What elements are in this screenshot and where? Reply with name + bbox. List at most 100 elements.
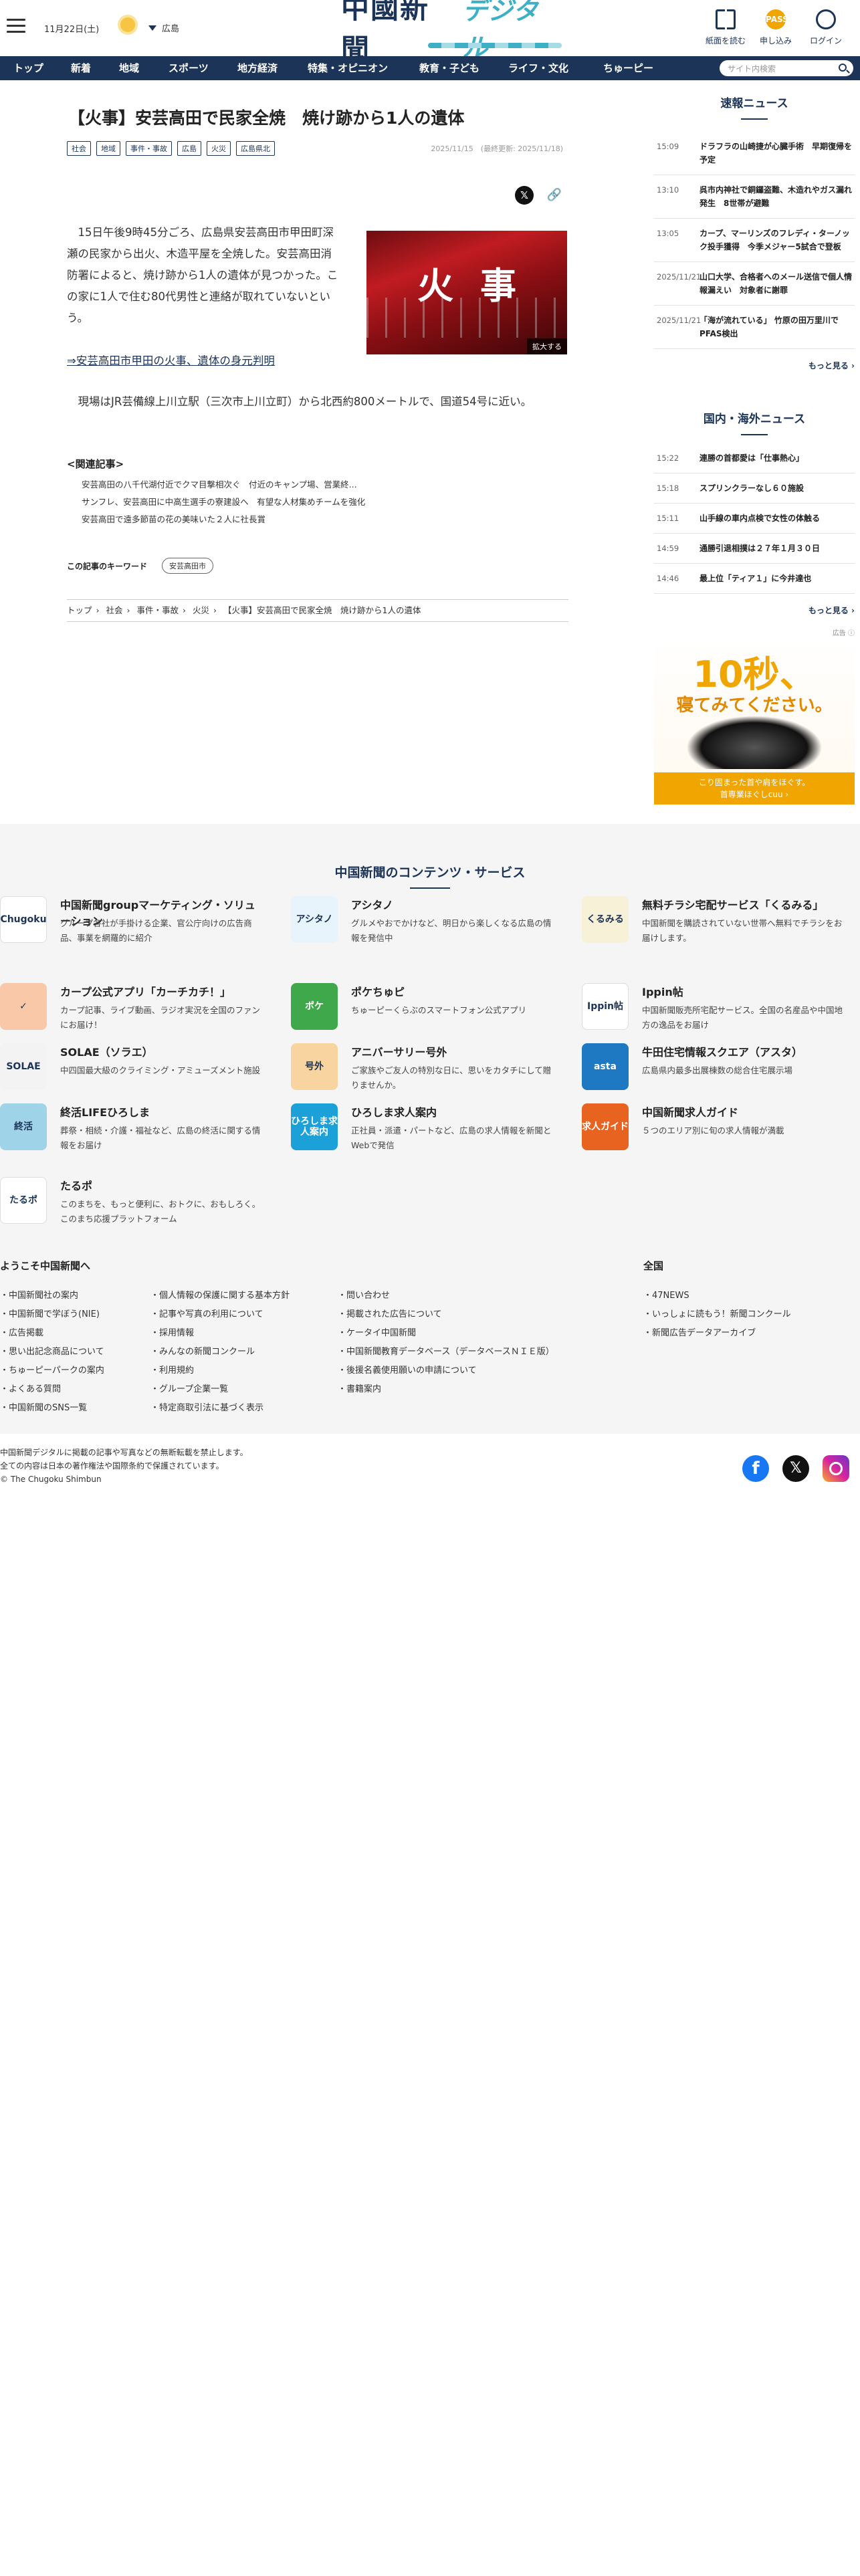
search-icon[interactable] bbox=[839, 64, 847, 72]
service-name: アシタノ bbox=[351, 899, 393, 911]
service-desc: 正社員・派遣・パートなど、広島の求人情報を新聞とWebで発信 bbox=[351, 1125, 552, 1150]
tag-hiroshima[interactable]: 広島 bbox=[177, 141, 201, 156]
service-name: カープ公式アプリ「カーチカチ！」 bbox=[60, 986, 231, 998]
footer-link[interactable]: 中国新聞のSNS一覧 bbox=[0, 1399, 104, 1418]
footer-link[interactable]: 個人情報の保護に関する基本方針 bbox=[150, 1287, 290, 1305]
sunny-weather-icon bbox=[120, 17, 135, 32]
footer-link[interactable]: 中国新聞社の案内 bbox=[0, 1287, 104, 1305]
article-date: 2025/11/15 (最終更新: 2025/11/18) bbox=[431, 144, 563, 153]
breadcrumb-item[interactable]: 事件・事故 bbox=[137, 605, 179, 615]
news-item[interactable]: 2025/11/21 「海が流れている」 竹原の田万里川でPFAS検出 bbox=[654, 306, 855, 349]
breadcrumb-item[interactable]: 社会 bbox=[106, 605, 123, 615]
ad-product-image bbox=[686, 716, 823, 769]
news-item[interactable]: 13:05 カープ、マーリンズのフレディ・ターノック投手獲得 今季メジャー5試合で… bbox=[654, 219, 855, 262]
instagram-icon[interactable] bbox=[823, 1455, 849, 1482]
news-item[interactable]: 2025/11/21 山口大学、合格者へのメール送信で個人情報漏えい 対象者に謝罪 bbox=[654, 262, 855, 306]
tag-local[interactable]: 地域 bbox=[96, 141, 120, 156]
nav-item-feature[interactable]: 特集・オピニオン bbox=[308, 56, 388, 80]
breadcrumb-item[interactable]: トップ bbox=[67, 605, 92, 615]
footer-link[interactable]: 新聞広告データアーカイブ bbox=[643, 1324, 791, 1343]
footer-link[interactable]: 問い合わせ bbox=[338, 1287, 554, 1305]
read-paper-label: 紙面を読む bbox=[705, 36, 746, 45]
news-item[interactable]: 13:10 呉市内神社で銅鑼盗難、木造れやガス漏れ発生 8世帯が避難 bbox=[654, 175, 855, 219]
footer-link[interactable]: 特定商取引法に基づく表示 bbox=[150, 1399, 290, 1418]
related-item[interactable]: 安芸高田の八千代湖付近でクマ目撃相次ぐ 付近のキャンプ場、営業終... bbox=[82, 476, 365, 494]
nav-item-sports[interactable]: スポーツ bbox=[169, 56, 209, 80]
service-desc: グルメやおでかけなど、明日から楽しくなる広島の情報を発信中 bbox=[351, 918, 552, 943]
nav-item-chupy[interactable]: ちゅーピー bbox=[603, 56, 653, 80]
news-time: 14:46 bbox=[657, 574, 679, 583]
nav-item-economy[interactable]: 地方経済 bbox=[237, 56, 278, 80]
related-link[interactable]: ⇒安芸高田市甲田の火事、遺体の身元判明 bbox=[67, 352, 275, 368]
related-item[interactable]: 安芸高田で遠多節苗の花の美味いた２人に社長賞 bbox=[82, 511, 365, 528]
sidebar-ad[interactable]: 広告 ⓘ 10秒、 寝てみてください。 こり固まった首や肩をほぐす。 首専業ほぐ… bbox=[654, 627, 855, 804]
keyword-tag[interactable]: 安芸高田市 bbox=[162, 558, 213, 574]
news-item[interactable]: 15:18 スプリンクラーなし６０施設 bbox=[654, 473, 855, 504]
related-item[interactable]: サンフレ、安芸高田に中高生選手の寮建設へ 有望な人材集めチームを強化 bbox=[82, 494, 365, 511]
facebook-icon[interactable]: f bbox=[742, 1455, 769, 1482]
x-share-icon[interactable]: 𝕏 bbox=[515, 186, 534, 205]
footer-link[interactable]: いっしょに読もう！新聞コンクール bbox=[643, 1305, 791, 1324]
nav-item-education[interactable]: 教育・子ども bbox=[419, 56, 479, 80]
news-item[interactable]: 15:11 山手線の車内点検で女性の体触る bbox=[654, 504, 855, 534]
footer-link[interactable]: ちゅーピーパークの案内 bbox=[0, 1362, 104, 1380]
tag-society[interactable]: 社会 bbox=[67, 141, 91, 156]
nav-item-new[interactable]: 新着 bbox=[71, 56, 91, 80]
region-selector[interactable]: 広島 bbox=[148, 21, 179, 35]
x-icon[interactable]: 𝕏 bbox=[782, 1455, 809, 1482]
service-logo: たるポ bbox=[0, 1177, 47, 1224]
service-name: アニバーサリー号外 bbox=[351, 1046, 447, 1059]
ad-cta-line2: 首専業ほぐしcuu › bbox=[720, 790, 789, 799]
footer-link[interactable]: みんなの新聞コンクール bbox=[150, 1343, 290, 1362]
news-item[interactable]: 14:46 最上位「ティア１」に今井達也 bbox=[654, 564, 855, 594]
tag-incident[interactable]: 事件・事故 bbox=[126, 141, 172, 156]
search-input[interactable]: サイト内検索 bbox=[720, 60, 853, 76]
news-time: 14:59 bbox=[657, 544, 679, 553]
login-button[interactable]: ログイン bbox=[802, 9, 849, 46]
news-headline: 山口大学、合格者へのメール送信で個人情報漏えい 対象者に謝罪 bbox=[700, 272, 853, 295]
news-item[interactable]: 15:22 連勝の首都愛は「仕事熱心」 bbox=[654, 443, 855, 473]
read-paper-button[interactable]: 紙面を読む bbox=[702, 9, 749, 46]
nav-item-local[interactable]: 地域 bbox=[119, 56, 139, 80]
copy-link-icon[interactable]: 🔗 bbox=[545, 186, 564, 205]
article-photo[interactable]: 火事 拡大する bbox=[366, 231, 567, 354]
nav-item-life[interactable]: ライフ・文化 bbox=[508, 56, 568, 80]
more-breaking-link[interactable]: もっと見る › bbox=[654, 360, 855, 371]
footer-link[interactable]: 後援名義使用願いの申請について bbox=[338, 1362, 554, 1380]
breaking-title: 速報ニュース bbox=[654, 94, 855, 120]
footer-link[interactable]: 記事や写真の利用について bbox=[150, 1305, 290, 1324]
news-item[interactable]: 15:09 ドラフラの山崎捷が心臓手術 早期復帰を予定 bbox=[654, 132, 855, 175]
copyright-line: © The Chugoku Shimbun bbox=[0, 1475, 102, 1484]
footer-link[interactable]: 利用規約 bbox=[150, 1362, 290, 1380]
news-time: 13:05 bbox=[657, 229, 679, 238]
footer-link[interactable]: 書籍案内 bbox=[338, 1380, 554, 1399]
footer-link[interactable]: よくある質問 bbox=[0, 1380, 104, 1399]
breadcrumb-item[interactable]: 火災 bbox=[193, 605, 209, 615]
nav-item-top[interactable]: トップ bbox=[13, 56, 43, 80]
footer-link[interactable]: 採用情報 bbox=[150, 1324, 290, 1343]
footer-link[interactable]: 思い出記念商品について bbox=[0, 1343, 104, 1362]
copyright-line: 全ての内容は日本の著作権法や国際条約で保護されています。 bbox=[0, 1461, 224, 1471]
zoom-button[interactable]: 拡大する bbox=[527, 338, 567, 354]
news-item[interactable]: 14:59 通勝引退相撲は２７年１月３０日 bbox=[654, 534, 855, 564]
chevron-right-icon: › bbox=[213, 605, 217, 615]
service-logo: ひろしま求人案内 bbox=[291, 1103, 338, 1150]
apply-button[interactable]: PASS 申し込み bbox=[752, 9, 799, 46]
ad-creative[interactable]: 10秒、 寝てみてください。 こり固まった首や肩をほぐす。 首専業ほぐしcuu … bbox=[654, 638, 855, 804]
chevron-right-icon: › bbox=[851, 606, 855, 615]
ad-cta[interactable]: こり固まった首や肩をほぐす。 首専業ほぐしcuu › bbox=[654, 772, 855, 804]
tag-north-hiroshima[interactable]: 広島県北 bbox=[236, 141, 275, 156]
more-national-link[interactable]: もっと見る › bbox=[654, 605, 855, 616]
footer-link[interactable]: 中国新聞教育データベース（データベースＮＩＥ版） bbox=[338, 1343, 554, 1362]
footer-link[interactable]: 47NEWS bbox=[643, 1287, 791, 1305]
tag-fire[interactable]: 火災 bbox=[207, 141, 231, 156]
footer-link[interactable]: 中国新聞で学ぼう(NIE) bbox=[0, 1305, 104, 1324]
footer-link[interactable]: ケータイ中国新聞 bbox=[338, 1324, 554, 1343]
footer-link[interactable]: 掲載された広告について bbox=[338, 1305, 554, 1324]
menu-icon[interactable] bbox=[7, 19, 25, 33]
service-logo: Chugoku bbox=[0, 896, 47, 943]
service-name: 中国新聞求人ガイド bbox=[642, 1106, 739, 1119]
footer-link[interactable]: 広告掲載 bbox=[0, 1324, 104, 1343]
site-logo[interactable]: 中國新聞 デジタル bbox=[341, 0, 562, 66]
footer-link[interactable]: グループ企業一覧 bbox=[150, 1380, 290, 1399]
